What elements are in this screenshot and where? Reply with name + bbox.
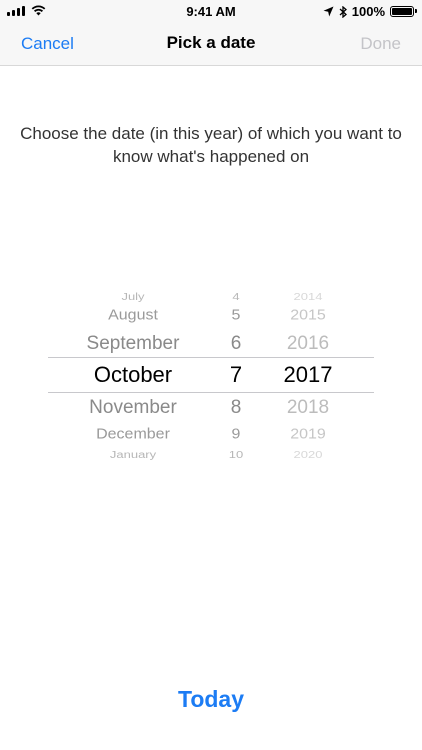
- page-title: Pick a date: [166, 33, 256, 52]
- selected-day[interactable]: 7: [216, 364, 256, 386]
- navigation-bar: Cancel Pick a date Done: [0, 22, 422, 66]
- selected-year[interactable]: 2017: [268, 364, 348, 386]
- year-wheel-item[interactable]: 2018: [268, 398, 348, 417]
- today-button[interactable]: Today: [0, 686, 422, 713]
- status-bar: 9:41 AM 100%: [0, 0, 422, 22]
- date-picker[interactable]: July August September October November Decemb…: [0, 276, 422, 468]
- month-wheel-item[interactable]: November: [48, 398, 218, 417]
- day-wheel-item[interactable]: 9: [216, 427, 256, 443]
- month-wheel-item[interactable]: September: [48, 334, 218, 353]
- year-wheel-item[interactable]: 2019: [268, 427, 348, 443]
- selection-bottom-line: [48, 392, 374, 393]
- selection-top-line: [48, 357, 374, 358]
- month-wheel-item[interactable]: July: [48, 291, 218, 301]
- month-wheel-item[interactable]: December: [48, 427, 218, 443]
- location-arrow-icon: [323, 6, 334, 17]
- day-wheel-item[interactable]: 5: [216, 308, 256, 324]
- day-wheel-item[interactable]: 6: [216, 334, 256, 353]
- selected-month[interactable]: October: [48, 364, 218, 386]
- month-wheel-item[interactable]: August: [48, 308, 218, 324]
- year-wheel-item[interactable]: 2014: [268, 291, 348, 301]
- battery-percentage: 100%: [351, 4, 385, 19]
- done-button[interactable]: Done: [360, 34, 401, 54]
- battery-icon: [390, 6, 417, 17]
- day-wheel-item[interactable]: 10: [216, 449, 256, 459]
- year-wheel-item[interactable]: 2015: [268, 308, 348, 324]
- day-wheel-item[interactable]: 4: [216, 291, 256, 301]
- instruction-text: Choose the date (in this year) of which …: [20, 124, 402, 166]
- year-wheel-item[interactable]: 2016: [268, 334, 348, 353]
- day-wheel-item[interactable]: 8: [216, 398, 256, 417]
- year-wheel-item[interactable]: 2020: [268, 449, 348, 459]
- bluetooth-icon: [339, 5, 347, 18]
- month-wheel-item[interactable]: January: [48, 449, 218, 459]
